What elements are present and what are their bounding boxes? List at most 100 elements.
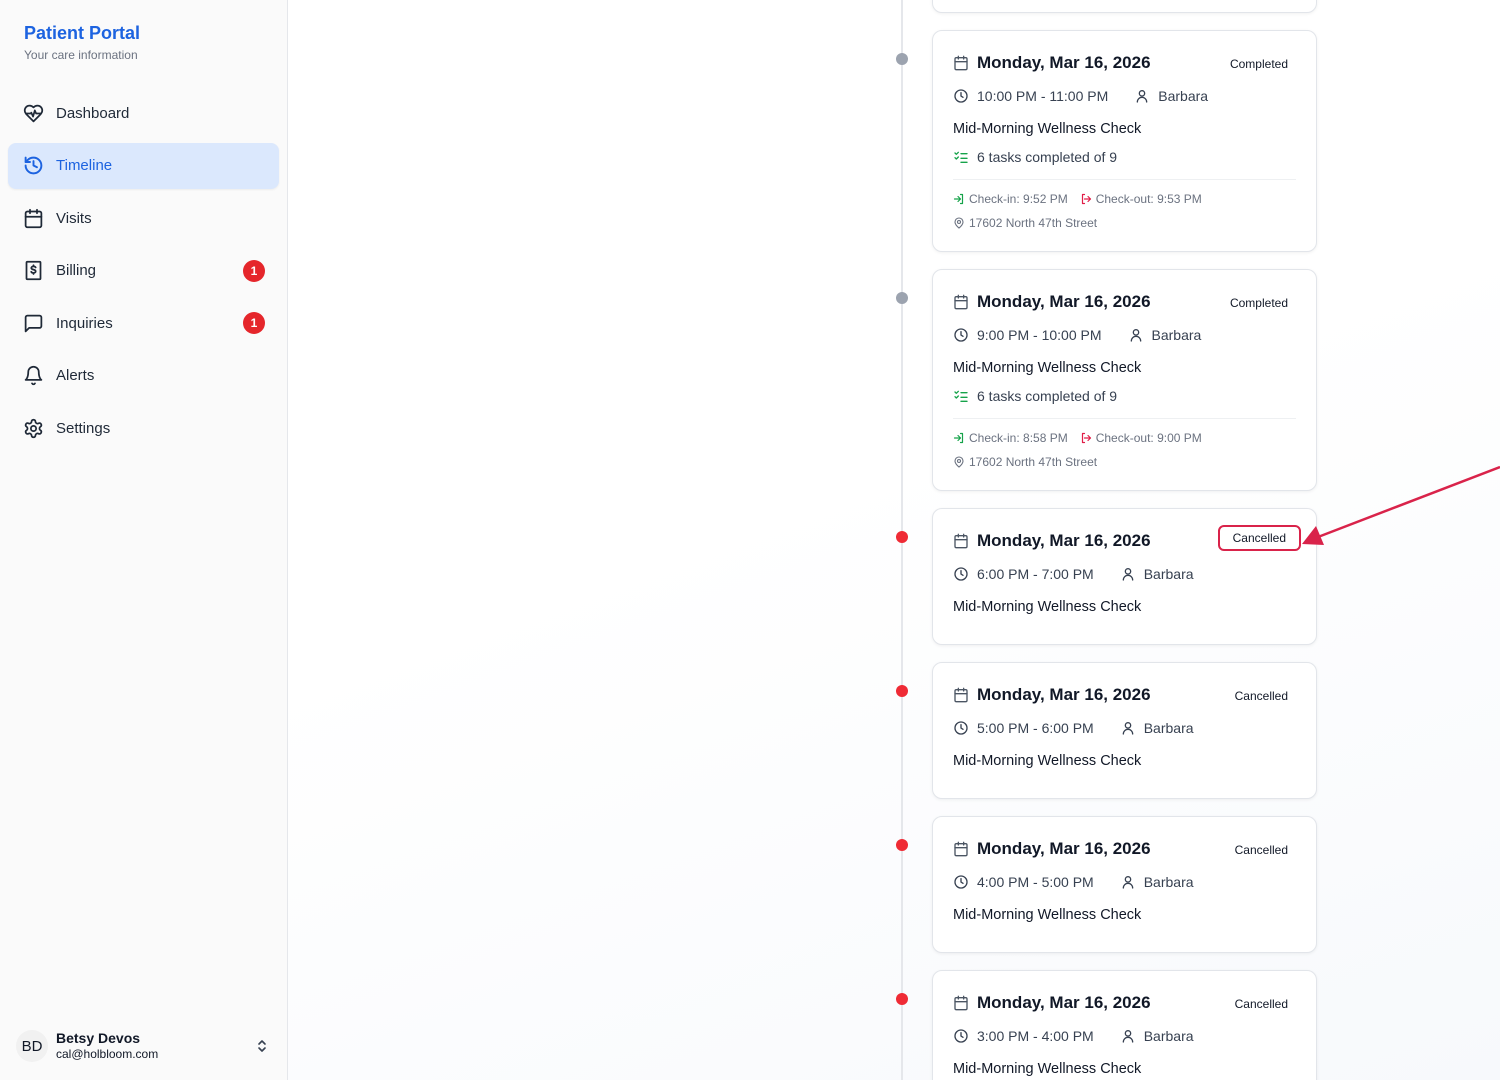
visit-card[interactable]: Monday, Mar 16, 2026 Cancelled 6:00 PM -… <box>932 508 1317 645</box>
sidebar-item-label: Inquiries <box>56 314 113 332</box>
chevrons-up-down-icon[interactable] <box>254 1036 270 1056</box>
calendar-icon <box>953 294 969 310</box>
status-badge: Cancelled <box>1217 525 1301 551</box>
timeline-dot-cancelled <box>896 531 908 543</box>
status-badge: Cancelled <box>1234 997 1288 1011</box>
divider <box>953 418 1296 419</box>
clock-icon <box>953 720 969 736</box>
visit-address: 17602 North 47th Street <box>969 455 1098 469</box>
calendar-icon <box>953 841 969 857</box>
visit-title: Mid-Morning Wellness Check <box>953 1061 1142 1077</box>
user-menu[interactable]: BD Betsy Devos cal@holbloom.com <box>16 1026 278 1066</box>
visit-time: 10:00 PM - 11:00 PM <box>977 88 1109 104</box>
calendar-icon <box>953 995 969 1011</box>
timeline-dot-completed <box>896 292 908 304</box>
sidebar-item-visits[interactable]: Visits <box>8 195 279 241</box>
user-icon <box>1128 327 1144 343</box>
log-out-icon <box>1080 432 1092 444</box>
visit-card[interactable]: Monday, Mar 16, 2026 Completed 9:00 PM -… <box>932 269 1317 491</box>
visit-address: 17602 North 47th Street <box>969 216 1098 230</box>
sidebar-item-billing[interactable]: Billing 1 <box>8 248 279 294</box>
visit-title: Mid-Morning Wellness Check <box>953 753 1142 769</box>
timeline-main <box>288 0 1500 1080</box>
inquiries-badge: 1 <box>243 312 265 334</box>
brand: Patient Portal Your care information <box>24 22 140 62</box>
sidebar-item-inquiries[interactable]: Inquiries 1 <box>8 300 279 346</box>
user-name: Betsy Devos <box>56 1030 141 1046</box>
sidebar-item-timeline[interactable]: Timeline <box>8 142 279 189</box>
user-icon <box>1134 88 1150 104</box>
status-badge: Cancelled <box>1234 689 1288 703</box>
visit-card[interactable]: Monday, Mar 16, 2026 Completed 10:00 PM … <box>932 30 1317 252</box>
caregiver-name: Barbara <box>1143 720 1194 736</box>
avatar: BD <box>16 1030 48 1062</box>
visit-date: Monday, Mar 16, 2026 <box>977 531 1151 550</box>
visit-title: Mid-Morning Wellness Check <box>953 599 1142 615</box>
log-out-icon <box>1080 193 1092 205</box>
visit-card-partial[interactable] <box>932 0 1317 13</box>
log-in-icon <box>953 193 965 205</box>
caregiver-name: Barbara <box>1158 88 1209 104</box>
timeline-dot-cancelled <box>896 685 908 697</box>
visit-time: 6:00 PM - 7:00 PM <box>977 566 1094 582</box>
timeline-dot-cancelled <box>896 993 908 1005</box>
clock-icon <box>953 566 969 582</box>
clock-icon <box>953 327 969 343</box>
user-icon <box>1120 720 1136 736</box>
visit-date: Monday, Mar 16, 2026 <box>977 292 1151 311</box>
sidebar-item-label: Settings <box>56 419 111 437</box>
visit-title: Mid-Morning Wellness Check <box>953 121 1142 137</box>
sidebar-item-label: Visits <box>56 209 92 227</box>
visit-time: 5:00 PM - 6:00 PM <box>977 720 1094 736</box>
visit-time: 9:00 PM - 10:00 PM <box>977 327 1102 343</box>
caregiver-name: Barbara <box>1143 566 1194 582</box>
visit-date: Monday, Mar 16, 2026 <box>977 685 1151 704</box>
clock-icon <box>953 874 969 890</box>
sidebar-item-label: Timeline <box>56 157 113 174</box>
caregiver-name: Barbara <box>1143 1028 1194 1044</box>
list-checks-icon <box>953 149 969 165</box>
calendar-icon <box>953 533 969 549</box>
billing-badge: 1 <box>243 259 265 282</box>
message-square-icon <box>22 312 44 334</box>
status-badge: Cancelled <box>1234 843 1288 857</box>
tasks-summary: 6 tasks completed of 9 <box>977 388 1118 404</box>
clock-icon <box>953 1028 969 1044</box>
checkout-time: Check-out: 9:53 PM <box>1095 192 1202 206</box>
calendar-icon <box>953 687 969 703</box>
user-icon <box>1120 566 1136 582</box>
bell-icon <box>22 365 44 387</box>
visit-title: Mid-Morning Wellness Check <box>953 907 1142 923</box>
visit-card[interactable]: Monday, Mar 16, 2026 Cancelled 5:00 PM -… <box>932 662 1317 799</box>
sidebar-item-label: Dashboard <box>56 104 130 122</box>
clock-icon <box>953 88 969 104</box>
visit-time: 3:00 PM - 4:00 PM <box>977 1028 1094 1044</box>
caregiver-name: Barbara <box>1143 874 1194 890</box>
visit-card[interactable]: Monday, Mar 16, 2026 Cancelled 3:00 PM -… <box>932 970 1317 1080</box>
sidebar-item-alerts[interactable]: Alerts <box>8 353 279 399</box>
map-pin-icon <box>953 217 965 229</box>
receipt-dollar-icon <box>22 260 44 282</box>
user-icon <box>1120 1028 1136 1044</box>
divider <box>953 179 1296 180</box>
sidebar-item-label: Billing <box>56 262 97 279</box>
calendar-icon <box>22 207 44 229</box>
visit-card[interactable]: Monday, Mar 16, 2026 Cancelled 4:00 PM -… <box>932 816 1317 953</box>
sidebar: Patient Portal Your care information Das… <box>0 0 288 1080</box>
list-checks-icon <box>953 388 969 404</box>
visit-title: Mid-Morning Wellness Check <box>953 360 1142 376</box>
app-subtitle: Your care information <box>24 48 138 62</box>
heart-pulse-icon <box>22 102 44 124</box>
user-email: cal@holbloom.com <box>56 1047 159 1061</box>
timeline-dot-cancelled <box>896 839 908 851</box>
gear-icon <box>22 417 44 439</box>
sidebar-item-dashboard[interactable]: Dashboard <box>8 90 279 136</box>
visit-date: Monday, Mar 16, 2026 <box>977 53 1151 72</box>
visit-date: Monday, Mar 16, 2026 <box>977 993 1151 1012</box>
sidebar-item-label: Alerts <box>56 367 95 384</box>
calendar-icon <box>953 55 969 71</box>
sidebar-item-settings[interactable]: Settings <box>8 405 279 451</box>
checkout-time: Check-out: 9:00 PM <box>1095 431 1202 445</box>
status-badge: Completed <box>1229 57 1288 71</box>
checkin-time: Check-in: 8:58 PM <box>969 431 1068 445</box>
